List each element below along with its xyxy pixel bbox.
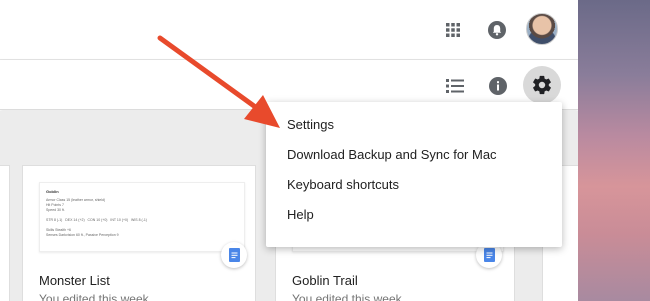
menu-item-download-backup-sync[interactable]: Download Backup and Sync for Mac: [266, 140, 562, 170]
list-view-icon[interactable]: [440, 71, 470, 101]
account-avatar[interactable]: [526, 13, 558, 45]
gear-icon: [533, 75, 551, 95]
top-bar: [0, 0, 578, 60]
info-icon[interactable]: [483, 71, 513, 101]
notifications-bell-icon[interactable]: [482, 15, 512, 45]
menu-item-keyboard-shortcuts[interactable]: Keyboard shortcuts: [266, 170, 562, 200]
menu-item-help[interactable]: Help: [266, 200, 562, 230]
file-title: Goblin Trail: [292, 273, 358, 288]
drive-window: Goblin Armor Class 15 (leather armor, sh…: [0, 0, 578, 301]
file-edited-time: You edited this week: [39, 292, 149, 301]
file-card[interactable]: Goblin Armor Class 15 (leather armor, sh…: [22, 165, 256, 301]
apps-grid-icon[interactable]: [438, 15, 468, 45]
settings-dropdown-menu: Settings Download Backup and Sync for Ma…: [266, 102, 562, 247]
desktop-background: [578, 0, 650, 301]
menu-item-settings[interactable]: Settings: [266, 110, 562, 140]
file-edited-time: You edited this week: [292, 292, 402, 301]
settings-gear-button[interactable]: [523, 66, 561, 104]
file-thumbnail: Goblin Armor Class 15 (leather armor, sh…: [39, 182, 245, 252]
docs-icon: [221, 242, 247, 268]
file-title: Monster List: [39, 273, 110, 288]
file-card-partial[interactable]: [0, 165, 10, 301]
